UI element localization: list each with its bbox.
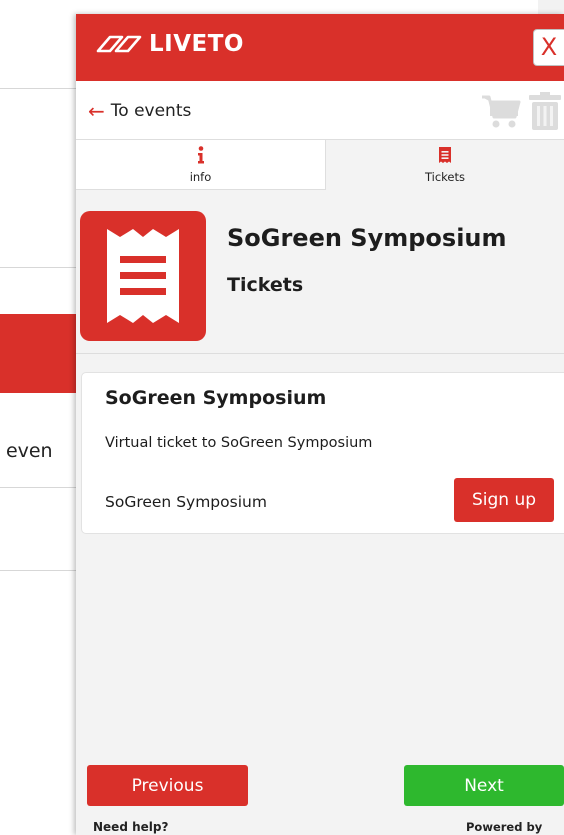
ticket-icon	[439, 147, 451, 163]
nav-bar: ← To events	[76, 81, 564, 140]
background-event-text: s even	[0, 440, 53, 462]
powered-by-text: Powered by	[466, 820, 543, 834]
ticket-receipt-icon	[107, 229, 179, 323]
background-divider	[0, 487, 76, 488]
back-to-events-link[interactable]: ← To events	[88, 101, 191, 121]
background-divider	[0, 267, 76, 268]
previous-button[interactable]: Previous	[87, 765, 248, 806]
tab-info-label: info	[189, 170, 212, 184]
widget-header: LIVETO X	[76, 14, 564, 81]
arrow-left-icon: ←	[88, 99, 105, 123]
liveto-logo: LIVETO	[96, 31, 244, 57]
logo-text: LIVETO	[149, 31, 244, 57]
background-red-banner[interactable]	[0, 314, 76, 393]
background-divider	[0, 570, 76, 571]
event-subtitle: Tickets	[227, 274, 304, 296]
ticket-card: SoGreen Symposium Virtual ticket to SoGr…	[81, 372, 564, 534]
cart-icon[interactable]	[480, 91, 522, 131]
event-logo	[80, 211, 206, 341]
back-label: To events	[110, 101, 192, 121]
tab-tickets[interactable]: Tickets	[326, 140, 564, 190]
tab-bar: info Tickets	[76, 140, 564, 190]
ticket-title: SoGreen Symposium	[105, 387, 327, 409]
need-help-link[interactable]: Need help?	[93, 820, 168, 834]
ticket-name: SoGreen Symposium	[105, 493, 267, 511]
ticket-widget: LIVETO X ← To events info Tickets SoGree…	[76, 14, 564, 835]
event-header: SoGreen Symposium Tickets	[76, 190, 564, 354]
trash-icon[interactable]	[526, 91, 564, 131]
background-divider	[0, 88, 76, 89]
tab-info[interactable]: info	[76, 140, 326, 190]
info-icon	[197, 146, 204, 164]
background-corner	[538, 0, 564, 14]
event-title: SoGreen Symposium	[227, 224, 507, 252]
liveto-logo-icon	[96, 35, 142, 53]
tab-tickets-label: Tickets	[424, 170, 465, 184]
sign-up-button[interactable]: Sign up	[454, 478, 554, 522]
ticket-description: Virtual ticket to SoGreen Symposium	[105, 435, 373, 451]
close-button[interactable]: X	[533, 29, 564, 66]
next-button[interactable]: Next	[404, 765, 564, 806]
